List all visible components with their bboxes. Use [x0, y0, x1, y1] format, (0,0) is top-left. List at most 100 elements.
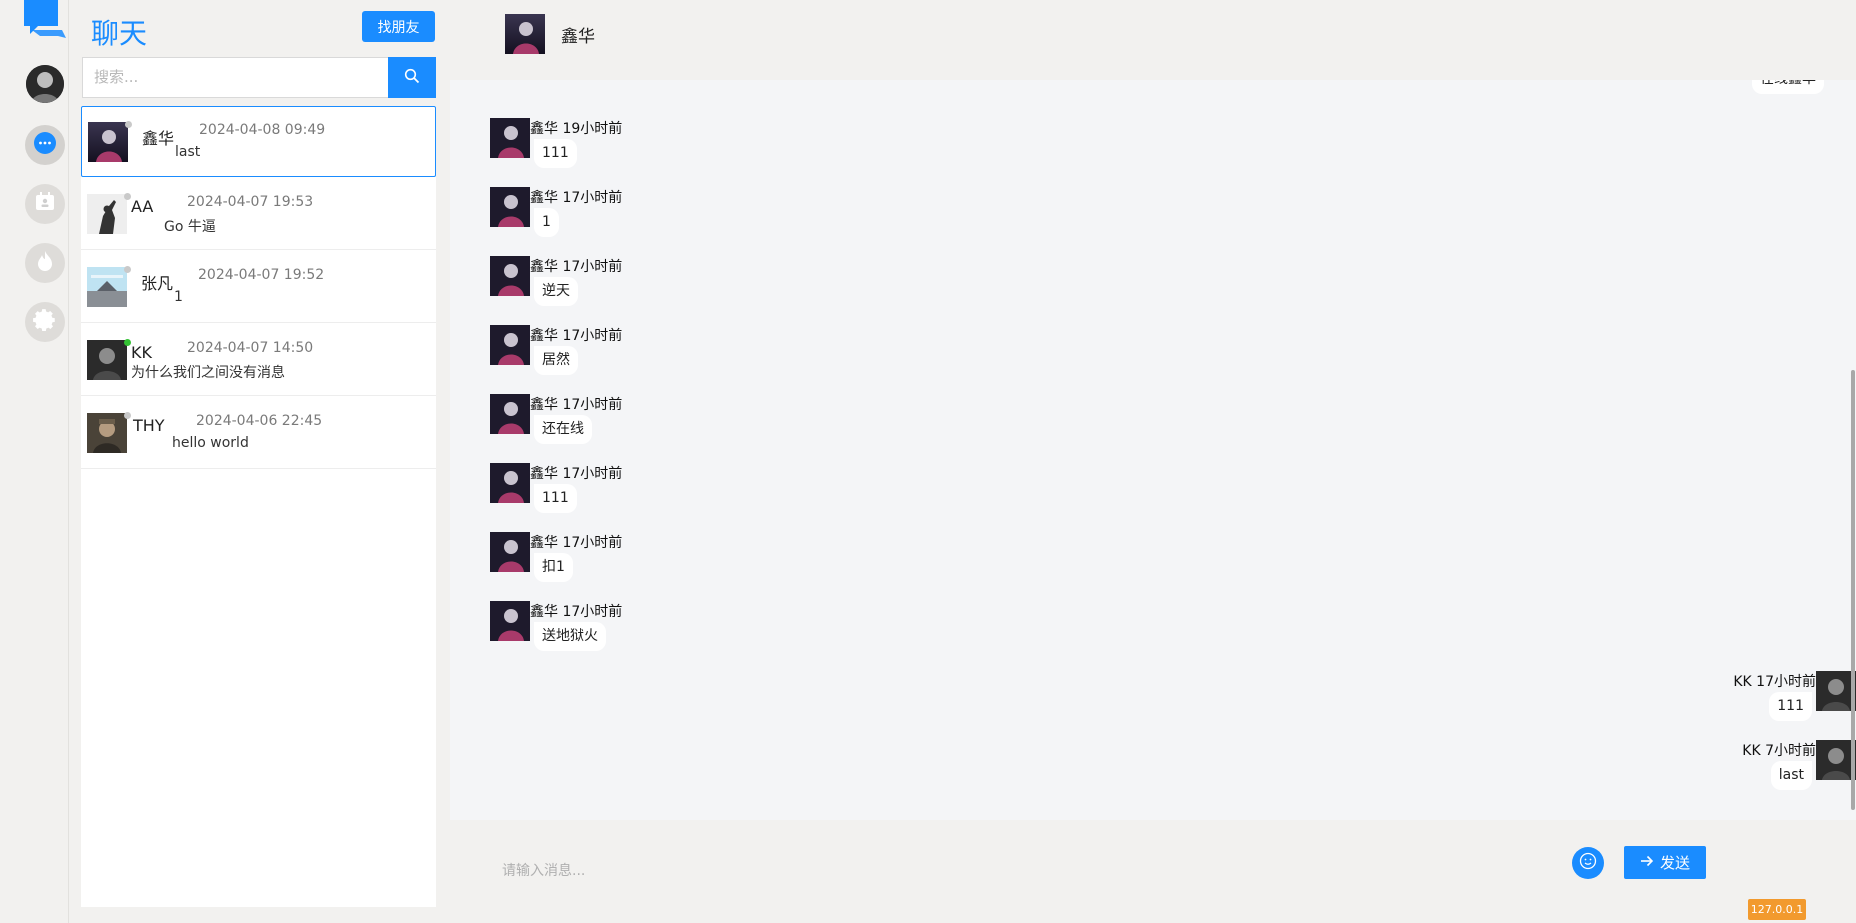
conversation-list: 鑫华 2024-04-08 09:49 last AA 2024-04-07 1… — [81, 106, 436, 907]
conversation-name: KK — [131, 343, 152, 362]
smiley-icon — [1579, 852, 1597, 874]
app-logo-icon — [22, 0, 68, 44]
status-dot — [124, 193, 131, 200]
ip-badge: 127.0.0.1 — [1748, 899, 1806, 920]
conversation-name: THY — [133, 416, 165, 435]
conversation-item[interactable]: KK 2024-04-07 14:50 为什么我们之间没有消息 — [81, 325, 436, 396]
conversation-time: 2024-04-06 22:45 — [196, 413, 323, 429]
send-label: 发送 — [1659, 854, 1690, 872]
conversation-item[interactable]: 鑫华 2024-04-08 09:49 last — [81, 106, 436, 177]
chat-peer-name: 鑫华 — [561, 27, 595, 47]
conversation-time: 2024-04-07 19:53 — [187, 194, 314, 210]
conversation-name: 张凡 — [141, 274, 174, 293]
message-item: 鑫华 17小时前 居然 — [490, 325, 790, 380]
composer: 发送 127.0.0.1 — [450, 820, 1856, 923]
conversation-time: 2024-04-08 09:49 — [199, 122, 326, 138]
avatar — [490, 463, 530, 503]
avatar — [87, 340, 127, 380]
fire-icon — [33, 249, 57, 277]
conversation-time: 2024-04-07 14:50 — [187, 340, 314, 356]
message-item: 鑫华 17小时前 还在线 — [490, 394, 790, 449]
my-avatar[interactable] — [26, 65, 64, 103]
conversation-name: 鑫华 — [142, 129, 175, 148]
message-bubble: 在线鑫华 — [1752, 80, 1824, 94]
message-item: 鑫华 19小时前 111 — [490, 118, 790, 173]
status-dot — [125, 121, 132, 128]
avatar — [87, 267, 127, 307]
message-item: 鑫华 17小时前 逆天 — [490, 256, 790, 311]
nav-chat[interactable] — [25, 125, 65, 165]
status-dot-online — [124, 339, 131, 346]
chat-header: 鑫华 — [450, 0, 1856, 80]
message-bubble: 还在线 — [534, 415, 592, 444]
nav-contacts[interactable] — [25, 184, 65, 224]
message-item: 鑫华 17小时前 111 — [490, 463, 790, 518]
avatar — [490, 256, 530, 296]
conversation-last-message: last — [175, 144, 201, 160]
message-item: KK 7小时前 last — [1506, 740, 1856, 795]
message-meta: 鑫华 17小时前 — [530, 535, 623, 551]
search-button[interactable] — [388, 57, 436, 98]
conversation-item[interactable]: THY 2024-04-06 22:45 hello world — [81, 398, 436, 469]
scrollbar-thumb[interactable] — [1851, 370, 1855, 810]
search-input[interactable] — [83, 58, 405, 95]
message-meta: 鑫华 17小时前 — [530, 259, 623, 275]
contacts-icon — [33, 190, 57, 218]
message-bubble: 111 — [534, 139, 577, 168]
conversation-last-message: Go 牛逼 — [164, 219, 216, 235]
conversation-panel: 聊天 找朋友 鑫华 2024-04-08 09:49 last AA — [69, 0, 450, 923]
message-item: KK 17小时前 111 — [1506, 671, 1856, 726]
conversation-last-message: 为什么我们之间没有消息 — [131, 365, 285, 381]
avatar[interactable] — [505, 14, 545, 54]
message-bubble: 居然 — [534, 346, 578, 375]
avatar — [87, 194, 127, 234]
left-rail — [0, 0, 69, 923]
emoji-button[interactable] — [1572, 847, 1604, 879]
chat-window: 鑫华 在线鑫华 鑫华 19小时前 111 鑫华 17小时前 1 鑫华 17小时前… — [450, 0, 1856, 923]
message-item: 鑫华 17小时前 1 — [490, 187, 790, 242]
message-bubble: 送地狱火 — [534, 622, 606, 651]
avatar — [88, 122, 128, 162]
gear-icon — [32, 307, 58, 337]
page-title: 聊天 — [91, 17, 148, 50]
nav-settings[interactable] — [25, 302, 65, 342]
scrollbar[interactable] — [1848, 80, 1856, 820]
status-dot — [124, 266, 131, 273]
conversation-item[interactable]: 张凡 2024-04-07 19:52 1 — [81, 252, 436, 323]
message-meta: 鑫华 17小时前 — [530, 466, 623, 482]
message-meta: 鑫华 17小时前 — [530, 328, 623, 344]
message-bubble: 逆天 — [534, 277, 578, 306]
avatar — [87, 413, 127, 453]
status-dot — [124, 412, 131, 419]
chat-bubble-icon — [33, 131, 57, 159]
message-input[interactable] — [500, 850, 1404, 892]
message-item: 鑫华 17小时前 扣1 — [490, 532, 790, 587]
avatar — [490, 532, 530, 572]
search-icon — [404, 68, 420, 88]
send-button[interactable]: 发送 — [1624, 846, 1706, 879]
message-bubble: 111 — [534, 484, 577, 513]
message-bubble: 1 — [534, 208, 559, 237]
conversation-last-message: 1 — [174, 289, 183, 305]
message-meta: KK 17小时前 — [1733, 674, 1816, 690]
message-meta: 鑫华 17小时前 — [530, 397, 623, 413]
message-meta: KK 7小时前 — [1742, 743, 1816, 759]
arrow-right-icon — [1640, 854, 1654, 872]
message-meta: 鑫华 17小时前 — [530, 604, 623, 620]
nav-hot[interactable] — [25, 243, 65, 283]
message-bubble: last — [1770, 761, 1812, 790]
message-item: 在线鑫华 — [1738, 80, 1856, 105]
message-meta: 鑫华 19小时前 — [530, 121, 623, 137]
avatar — [490, 187, 530, 227]
conversation-item[interactable]: AA 2024-04-07 19:53 Go 牛逼 — [81, 179, 436, 250]
avatar — [490, 325, 530, 365]
avatar — [490, 394, 530, 434]
search-box — [82, 57, 436, 98]
conversation-name: AA — [131, 197, 154, 216]
conversation-time: 2024-04-07 19:52 — [198, 267, 325, 283]
avatar — [490, 118, 530, 158]
message-item: 鑫华 17小时前 送地狱火 — [490, 601, 790, 656]
avatar — [490, 601, 530, 641]
find-friends-button[interactable]: 找朋友 — [362, 11, 435, 42]
message-meta: 鑫华 17小时前 — [530, 190, 623, 206]
